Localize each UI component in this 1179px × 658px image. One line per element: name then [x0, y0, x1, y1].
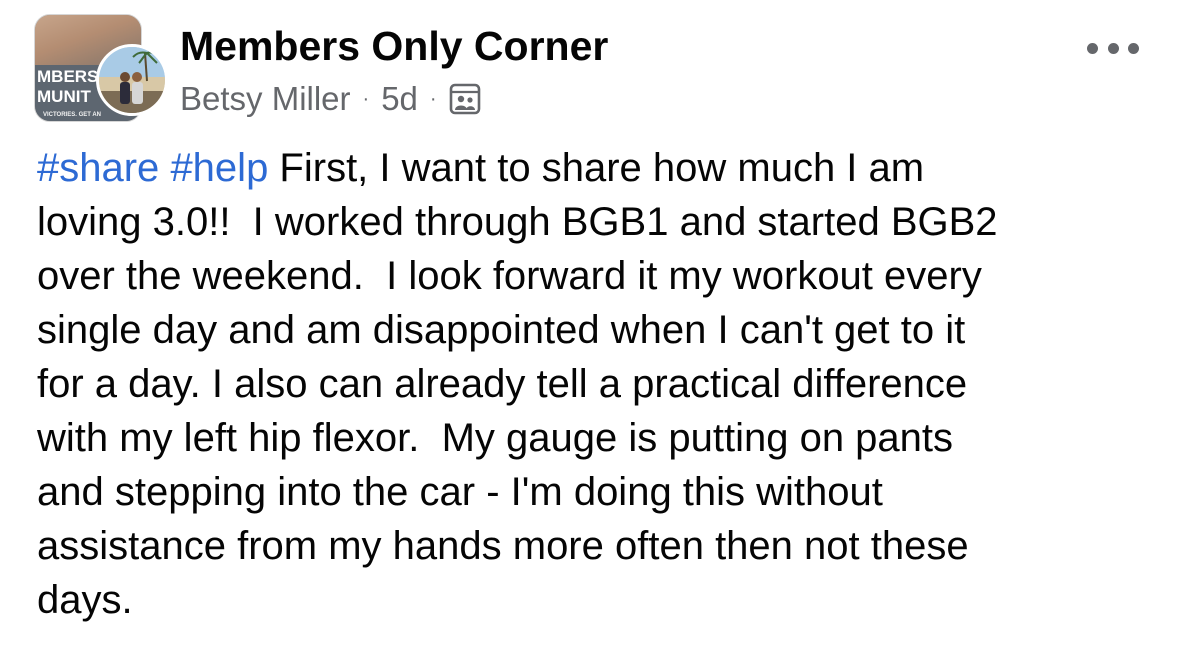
post-body: #share #help First, I want to share how …: [37, 141, 1147, 627]
author-name[interactable]: Betsy Miller: [180, 78, 351, 120]
post-body-line: single day and am disappointed when I ca…: [37, 308, 966, 352]
more-options-button[interactable]: [1087, 36, 1139, 60]
author-photo-icon: [99, 47, 165, 113]
post-text: First, I want to share how much I am: [268, 146, 925, 190]
post-body-line: days.: [37, 578, 133, 622]
post-body-line: with my left hip flexor. My gauge is put…: [37, 416, 954, 460]
group-name[interactable]: Members Only Corner: [180, 22, 608, 70]
author-avatar[interactable]: [96, 44, 168, 116]
post-time[interactable]: 5d: [381, 78, 418, 120]
meta-separator: ·: [429, 88, 437, 110]
group-avatar-banner-text: MBERS MUNIT: [37, 67, 99, 106]
post-body-line: loving 3.0!! I worked through BGB1 and s…: [37, 200, 998, 244]
post-body-line: over the weekend. I look forward it my w…: [37, 254, 982, 298]
more-dot: [1087, 42, 1098, 54]
post-card: MBERS MUNIT VICTORIES. GET AN Members On…: [0, 0, 1179, 658]
group-members-icon: [449, 83, 481, 115]
post-body-line: #share #help First, I want to share how …: [37, 141, 1147, 195]
post-body-line: and stepping into the car - I'm doing th…: [37, 470, 883, 514]
more-dot: [1128, 42, 1139, 54]
post-body-line: for a day. I also can already tell a pra…: [37, 362, 968, 406]
post-body-line: assistance from my hands more often then…: [37, 524, 969, 568]
hashtag-share[interactable]: #share: [37, 146, 159, 190]
post-meta: Betsy Miller · 5d ·: [180, 78, 481, 120]
meta-separator: ·: [362, 88, 370, 110]
more-dot: [1107, 42, 1119, 54]
group-avatar-banner-subtext: VICTORIES. GET AN: [43, 112, 102, 118]
hashtag-help[interactable]: #help: [170, 146, 268, 190]
